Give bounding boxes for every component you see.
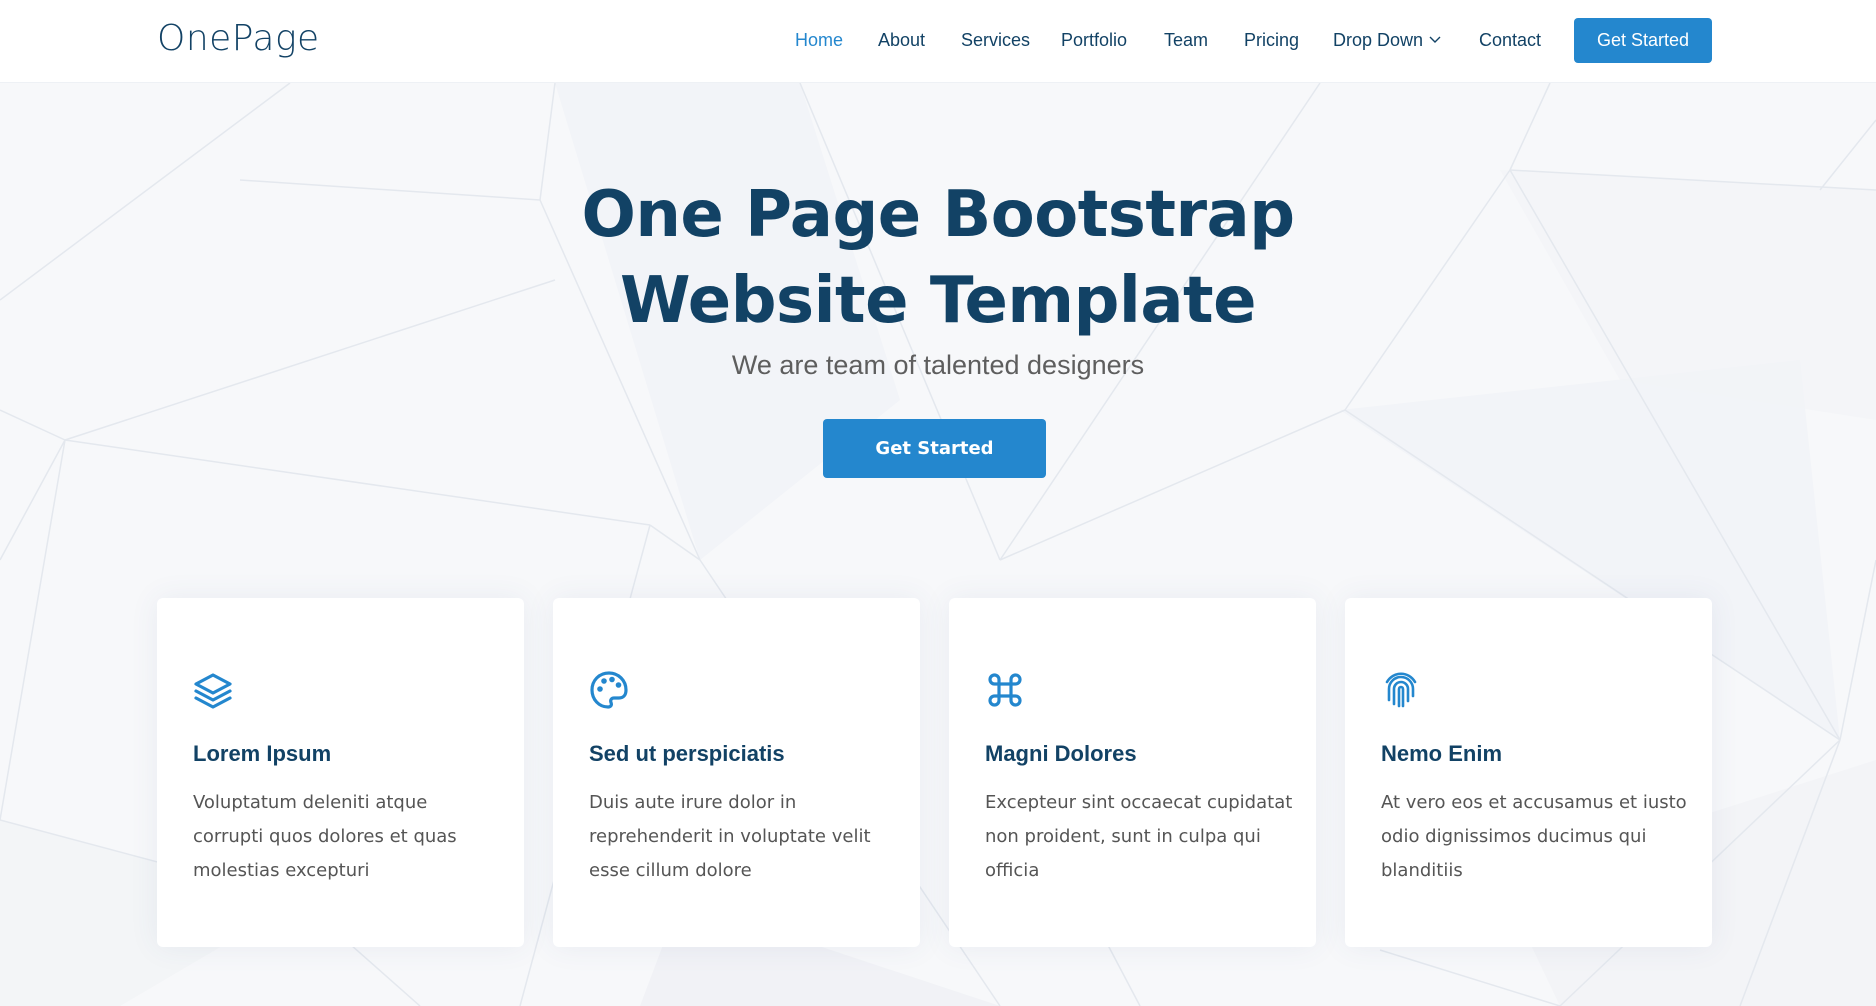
nav-item-drop-down-label: Drop Down — [1333, 30, 1424, 50]
nav-item-portfolio[interactable]: Portfolio — [1061, 30, 1127, 51]
nav-item-services[interactable]: Services — [961, 30, 1030, 51]
palette-icon — [590, 671, 628, 709]
site-header: OnePage Home About Services Portfolio Te… — [0, 0, 1876, 83]
feature-description: At vero eos et accusamus et iusto odio d… — [1381, 792, 1687, 881]
hero-title: One Page Bootstrap Website Template — [438, 172, 1438, 344]
feature-title: Magni Dolores — [985, 741, 1137, 766]
nav-item-about[interactable]: About — [878, 30, 925, 51]
feature-card-sed-ut-perspiciatis: Sed ut perspiciatis Duis aute irure dolo… — [553, 598, 920, 947]
feature-title: Nemo Enim — [1381, 741, 1503, 766]
feature-title: Sed ut perspiciatis — [589, 741, 785, 766]
nav-item-drop-down[interactable]: Drop Down — [1333, 30, 1441, 51]
hero-get-started-button[interactable]: Get Started — [823, 419, 1046, 478]
hero-subtitle: We are team of talented designers — [731, 350, 1145, 380]
feature-description: Excepteur sint occaecat cupidatat non pr… — [985, 792, 1293, 881]
feature-card-magni-dolores: Magni Dolores Excepteur sint occaecat cu… — [949, 598, 1316, 947]
nav-item-pricing[interactable]: Pricing — [1244, 30, 1299, 51]
feature-card-lorem-ipsum: Lorem Ipsum Voluptatum deleniti atque co… — [157, 598, 524, 947]
nav-item-contact[interactable]: Contact — [1479, 30, 1541, 51]
fingerprint-icon — [1385, 672, 1417, 708]
stack-layers-icon — [194, 673, 232, 709]
feature-title: Lorem Ipsum — [193, 741, 332, 766]
feature-card-nemo-enim: Nemo Enim At vero eos et accusamus et iu… — [1345, 598, 1712, 947]
hero-title-line1: One Page Bootstrap — [581, 178, 1295, 252]
header-get-started-button[interactable]: Get Started — [1574, 18, 1712, 63]
hero-title-line2: Website Template — [619, 264, 1257, 338]
nav-item-team[interactable]: Team — [1164, 30, 1208, 51]
feature-description: Duis aute irure dolor in reprehenderit i… — [589, 792, 871, 881]
chevron-down-icon — [1429, 36, 1441, 43]
command-icon — [988, 673, 1022, 707]
nav-item-home[interactable]: Home — [795, 30, 843, 51]
feature-description: Voluptatum deleniti atque corrupti quos … — [193, 792, 457, 881]
